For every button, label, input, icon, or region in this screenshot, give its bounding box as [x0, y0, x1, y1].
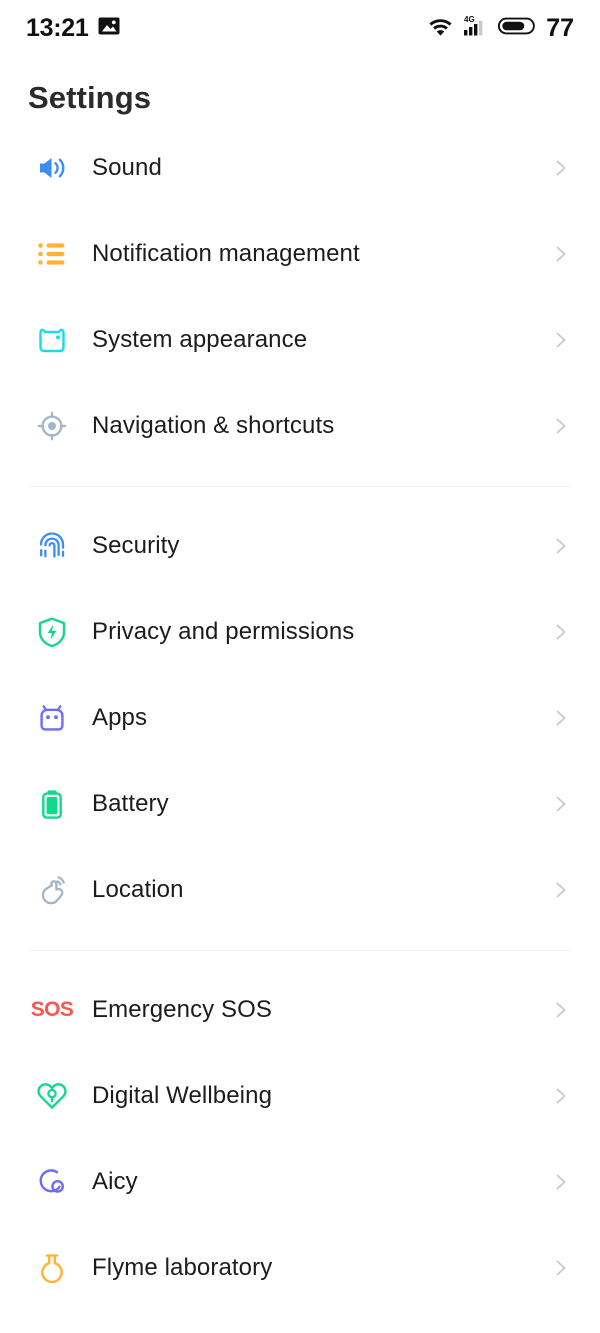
settings-list: Sound Notification management System app… — [0, 125, 600, 1311]
battery-icon — [30, 782, 74, 826]
settings-item-battery[interactable]: Battery — [0, 761, 600, 847]
settings-item-label: Security — [92, 532, 180, 559]
heart-spiral-icon — [30, 1074, 74, 1118]
settings-item-location[interactable]: Location — [0, 847, 600, 933]
image-icon — [98, 15, 120, 42]
flask-icon — [30, 1246, 74, 1290]
settings-item-apps[interactable]: Apps — [0, 675, 600, 761]
settings-item-label: Location — [92, 876, 184, 903]
cellular-signal-icon: 4G — [463, 14, 489, 43]
wifi-icon — [427, 15, 454, 42]
settings-item-sound[interactable]: Sound — [0, 125, 600, 211]
settings-item-label: Battery — [92, 790, 169, 817]
page-title: Settings — [28, 80, 152, 115]
battery-level-text: 77 — [546, 13, 574, 42]
battery-icon — [498, 15, 536, 42]
chevron-right-icon — [550, 329, 572, 351]
settings-item-label: Notification management — [92, 240, 360, 267]
chevron-right-icon — [550, 1257, 572, 1279]
svg-text:4G: 4G — [464, 15, 475, 24]
chevron-right-icon — [550, 157, 572, 179]
chevron-right-icon — [550, 243, 572, 265]
aicy-circle-icon — [30, 1160, 74, 1204]
settings-group-1: Sound Notification management System app… — [0, 125, 600, 469]
sos-label: SOS — [30, 998, 74, 1021]
settings-item-aicy[interactable]: Aicy — [0, 1139, 600, 1225]
group-divider — [0, 469, 600, 503]
settings-screen: 13:21 4G 77 Settings Sound Notification … — [0, 0, 600, 1333]
settings-item-label: Aicy — [92, 1168, 138, 1195]
chevron-right-icon — [550, 415, 572, 437]
settings-item-emergency-sos[interactable]: SOS Emergency SOS — [0, 967, 600, 1053]
settings-group-3: SOS Emergency SOS Digital Wellbeing Aicy… — [0, 967, 600, 1311]
status-bar-left: 13:21 — [26, 15, 120, 42]
chevron-right-icon — [550, 1171, 572, 1193]
settings-item-system-appearance[interactable]: System appearance — [0, 297, 600, 383]
settings-item-flyme-laboratory[interactable]: Flyme laboratory — [0, 1225, 600, 1311]
chevron-right-icon — [550, 793, 572, 815]
location-tap-icon — [30, 868, 74, 912]
bulleted-list-icon — [30, 232, 74, 276]
settings-item-label: Privacy and permissions — [92, 618, 355, 645]
settings-item-label: Emergency SOS — [92, 996, 273, 1023]
settings-item-notification-management[interactable]: Notification management — [0, 211, 600, 297]
settings-item-label: Digital Wellbeing — [92, 1082, 273, 1109]
chevron-right-icon — [550, 1085, 572, 1107]
settings-item-navigation-shortcuts[interactable]: Navigation & shortcuts — [0, 383, 600, 469]
status-bar-right: 4G 77 — [427, 14, 574, 43]
sos-text-icon: SOS — [30, 988, 74, 1032]
status-bar: 13:21 4G 77 — [0, 0, 600, 56]
chevron-right-icon — [550, 621, 572, 643]
target-crosshair-icon — [30, 404, 74, 448]
settings-group-2: Security Privacy and permissions Apps Ba… — [0, 503, 600, 933]
android-robot-icon — [30, 696, 74, 740]
settings-item-security[interactable]: Security — [0, 503, 600, 589]
shield-bolt-icon — [30, 610, 74, 654]
status-bar-clock: 13:21 — [26, 13, 89, 42]
group-divider — [0, 933, 600, 967]
settings-item-digital-wellbeing[interactable]: Digital Wellbeing — [0, 1053, 600, 1139]
chevron-right-icon — [550, 879, 572, 901]
fingerprint-icon — [30, 524, 74, 568]
chevron-right-icon — [550, 999, 572, 1021]
chevron-right-icon — [550, 707, 572, 729]
settings-item-label: Navigation & shortcuts — [92, 412, 335, 439]
settings-item-privacy-and-permissions[interactable]: Privacy and permissions — [0, 589, 600, 675]
chevron-right-icon — [550, 535, 572, 557]
appearance-icon — [30, 318, 74, 362]
settings-item-label: Apps — [92, 704, 148, 731]
settings-item-label: Sound — [92, 154, 162, 181]
settings-item-label: System appearance — [92, 326, 308, 353]
volume-speaker-icon — [30, 146, 74, 190]
settings-item-label: Flyme laboratory — [92, 1254, 273, 1281]
